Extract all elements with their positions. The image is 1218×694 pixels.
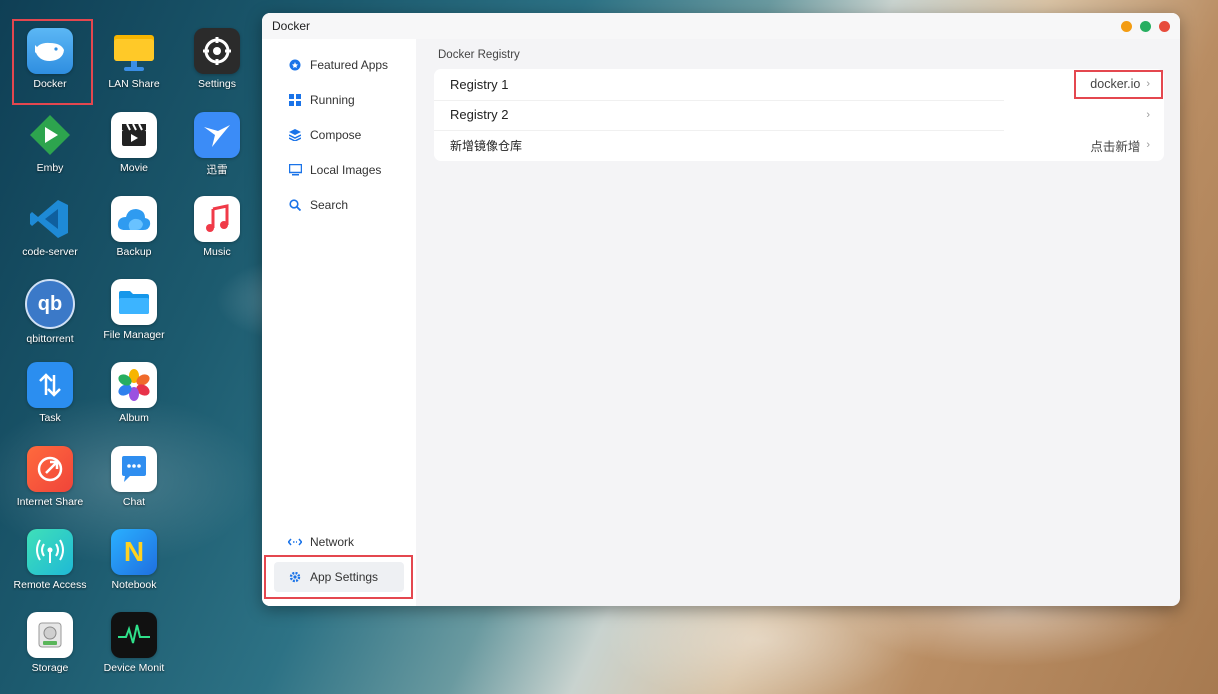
sidebar-item-local-images[interactable]: Local Images [274, 155, 404, 185]
desktop-icon-lan-share[interactable]: LAN Share [92, 20, 176, 104]
desktop-icon-qbittorrent[interactable]: qb qbittorrent [8, 271, 92, 355]
desktop-icon-label: 迅雷 [206, 164, 228, 176]
desktop-icon-settings[interactable]: Settings [175, 20, 259, 104]
cloud-icon [111, 196, 157, 242]
thunder-bird-icon [194, 112, 240, 158]
lan-share-folder-icon [111, 28, 157, 74]
qbittorrent-icon: qb [25, 279, 75, 329]
desktop-icon-label: Music [203, 246, 231, 258]
sidebar-item-running[interactable]: Running [274, 85, 404, 115]
layers-icon [288, 128, 302, 142]
sidebar-item-label: Local Images [310, 163, 382, 177]
desktop-icon-music[interactable]: Music [175, 188, 259, 272]
desktop-icon-label: Notebook [111, 579, 157, 591]
search-icon [288, 198, 302, 212]
heart-monitor-icon [111, 612, 157, 658]
desktop-icon-remote-access[interactable]: Remote Access [8, 521, 92, 605]
network-arrows-icon [288, 535, 302, 549]
desktop-icon-device-monitor[interactable]: Device Monit [92, 604, 176, 688]
desktop-icon-label: Storage [31, 662, 69, 674]
desktop-icon-album[interactable]: Album [92, 354, 176, 438]
sidebar-item-search[interactable]: Search [274, 190, 404, 220]
desktop-icon-label: Settings [198, 78, 236, 90]
row-label: Registry 1 [450, 76, 509, 92]
desktop-icon-storage[interactable]: Storage [8, 604, 92, 688]
photos-flower-icon [111, 362, 157, 408]
highlight-app-settings [264, 555, 413, 599]
sidebar-item-label: Running [310, 93, 355, 107]
desktop-icon-internet-share[interactable]: Internet Share [8, 438, 92, 522]
registry-list: Registry 1 docker.io › Registry 2 › 新增镜像… [434, 69, 1164, 161]
chevron-right-icon: › [1146, 108, 1150, 121]
sidebar-item-label: Compose [310, 128, 362, 142]
desktop-icon-label: Remote Access [13, 579, 87, 591]
window-title: Docker [272, 19, 311, 33]
desktop-icon-code-server[interactable]: code-server [8, 188, 92, 272]
desktop-icon-movie[interactable]: Movie [92, 104, 176, 188]
main-panel: Docker Registry Registry 1 docker.io › R… [416, 39, 1180, 606]
close-button[interactable] [1159, 20, 1170, 32]
internet-share-icon [27, 446, 73, 492]
desktop-icon-label: Device Monit [103, 662, 165, 674]
window-controls [1121, 20, 1170, 32]
maximize-button[interactable] [1140, 20, 1151, 32]
add-registry-row[interactable]: 新增镜像仓库 点击新增 › [434, 130, 1164, 161]
sidebar-item-label: Search [310, 198, 349, 212]
row-label: 新增镜像仓库 [450, 138, 523, 153]
desktop-icon-notebook[interactable]: N Notebook [92, 521, 176, 605]
section-title: Docker Registry [438, 49, 520, 61]
row-label: Registry 2 [450, 107, 509, 123]
registry-row-2[interactable]: Registry 2 › [434, 99, 1164, 131]
desktop-icon-label: Backup [116, 246, 152, 258]
desktop-icon-label: Task [39, 412, 61, 424]
task-arrows-icon [27, 362, 73, 408]
monitor-icon [288, 163, 302, 177]
desktop-icon-label: Internet Share [16, 496, 84, 508]
desktop-icon-file-manager[interactable]: File Manager [92, 271, 176, 355]
desktop-icon-task[interactable]: Task [8, 354, 92, 438]
folder-icon [111, 279, 157, 325]
notebook-icon: N [111, 529, 157, 575]
desktop-icon-backup[interactable]: Backup [92, 188, 176, 272]
sidebar-item-featured-apps[interactable]: Featured Apps [274, 50, 404, 80]
chat-bubble-icon [111, 446, 157, 492]
desktop-icon-label: File Manager [103, 329, 165, 341]
desktop-icon-label: code-server [22, 246, 78, 258]
desktop-icon-label: qbittorrent [26, 333, 74, 345]
desktop-icon-label: Movie [119, 162, 148, 174]
desktop-icon-label: Emby [36, 162, 64, 174]
clapperboard-icon [111, 112, 157, 158]
sidebar-item-compose[interactable]: Compose [274, 120, 404, 150]
music-note-icon [194, 196, 240, 242]
window-titlebar[interactable]: Docker [262, 13, 1180, 39]
vscode-icon [27, 196, 73, 242]
desktop-icon-label: Album [119, 412, 149, 424]
minimize-button[interactable] [1121, 20, 1132, 32]
desktop-icon-thunder[interactable]: 迅雷 [175, 104, 259, 188]
settings-gear-icon [194, 28, 240, 74]
emby-play-icon [27, 112, 73, 158]
desktop-icon-chat[interactable]: Chat [92, 438, 176, 522]
sidebar-item-label: Network [310, 535, 355, 549]
chevron-right-icon: › [1146, 139, 1150, 152]
highlight-registry-value [1074, 70, 1163, 99]
grid-icon [288, 93, 302, 107]
row-value: 点击新增 [1090, 139, 1141, 154]
remote-access-icon [27, 529, 73, 575]
sidebar-item-label: Featured Apps [310, 58, 389, 72]
highlight-docker-icon [12, 19, 93, 105]
docker-window: Docker Featured Apps Running Compose Loc… [262, 13, 1180, 606]
storage-drive-icon [27, 612, 73, 658]
sidebar-item-network[interactable]: Network [274, 527, 404, 557]
registry-row-1[interactable]: Registry 1 docker.io › [434, 69, 1164, 100]
sidebar: Featured Apps Running Compose Local Imag… [262, 39, 416, 606]
desktop-icon-label: Chat [122, 496, 146, 508]
desktop-icon-label: LAN Share [108, 78, 160, 90]
desktop-icon-emby[interactable]: Emby [8, 104, 92, 188]
featured-icon [288, 58, 302, 72]
